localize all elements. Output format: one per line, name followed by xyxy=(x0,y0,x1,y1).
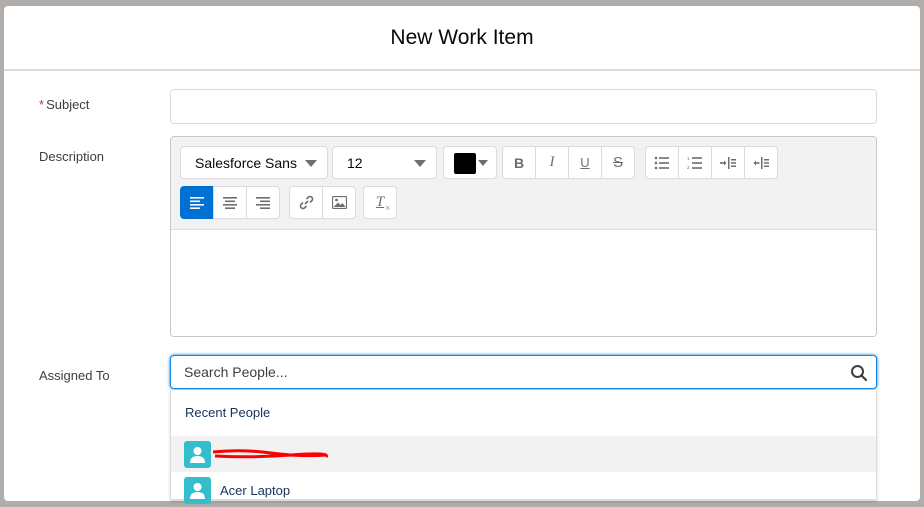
description-label: Description xyxy=(39,149,105,164)
indent-icon xyxy=(720,156,736,169)
avatar xyxy=(184,440,211,468)
people-search-placeholder: Search People... xyxy=(184,364,288,380)
subject-label: * Subject xyxy=(39,97,90,112)
assigned-to-label: Assigned To xyxy=(39,368,110,383)
numbered-list-icon: 1 2 xyxy=(687,156,702,170)
format-button-group: B I U S xyxy=(502,146,635,179)
chevron-down-icon xyxy=(414,160,426,167)
svg-text:1: 1 xyxy=(687,156,690,161)
strikethrough-icon: S xyxy=(612,154,623,171)
subject-input[interactable] xyxy=(170,89,877,124)
align-button-group xyxy=(180,186,280,219)
people-lookup-dropdown: Recent People Acer Laptop xyxy=(170,390,877,504)
recent-people-heading: Recent People xyxy=(185,405,271,420)
outdent-button[interactable] xyxy=(744,146,778,179)
chevron-down-icon xyxy=(478,160,488,166)
description-editor: Salesforce Sans 12 B I U S 1 2 T × xyxy=(170,136,877,337)
font-family-value: Salesforce Sans xyxy=(195,154,297,171)
lookup-option[interactable] xyxy=(171,436,876,472)
insert-image-button[interactable] xyxy=(322,186,356,219)
user-icon xyxy=(190,446,205,463)
font-size-select[interactable]: 12 xyxy=(332,146,437,179)
image-icon xyxy=(331,196,347,209)
bold-icon: B xyxy=(513,154,525,171)
color-swatch xyxy=(454,153,476,174)
link-icon xyxy=(299,195,313,210)
italic-button[interactable]: I xyxy=(535,146,569,179)
italic-icon: I xyxy=(549,154,555,170)
strikethrough-button[interactable]: S xyxy=(601,146,635,179)
required-mark: * xyxy=(39,97,45,112)
text-color-picker[interactable] xyxy=(443,146,497,179)
chevron-down-icon xyxy=(305,160,317,167)
lookup-option[interactable]: Acer Laptop xyxy=(171,472,876,507)
align-center-button[interactable] xyxy=(213,186,247,219)
people-search-input[interactable]: Search People... xyxy=(170,355,877,389)
align-left-button[interactable] xyxy=(180,186,214,219)
list-button-group: 1 2 xyxy=(645,146,778,179)
redaction-mark xyxy=(212,449,329,459)
align-right-icon xyxy=(256,196,270,209)
editor-toolbar: Salesforce Sans 12 B I U S 1 2 T × xyxy=(171,137,876,230)
align-right-button[interactable] xyxy=(246,186,280,219)
align-center-icon xyxy=(223,196,237,209)
clear-formatting-icon: T × xyxy=(375,194,391,213)
modal-header: New Work Item xyxy=(4,6,920,71)
insert-button-group xyxy=(289,186,356,219)
bulleted-list-button[interactable] xyxy=(645,146,679,179)
font-family-select[interactable]: Salesforce Sans xyxy=(180,146,328,179)
outdent-icon xyxy=(753,156,769,169)
avatar xyxy=(184,476,211,504)
modal-title: New Work Item xyxy=(390,25,534,49)
clear-button-group: T × xyxy=(363,186,397,219)
font-size-value: 12 xyxy=(347,154,363,171)
underline-icon: U xyxy=(580,155,590,170)
bulleted-list-icon xyxy=(654,156,669,169)
align-left-icon xyxy=(190,196,204,209)
description-textarea[interactable] xyxy=(171,230,876,336)
lookup-option-name: Acer Laptop xyxy=(220,482,291,498)
numbered-list-button[interactable]: 1 2 xyxy=(678,146,712,179)
underline-button[interactable]: U xyxy=(568,146,602,179)
user-icon xyxy=(190,482,205,499)
svg-text:2: 2 xyxy=(687,165,690,170)
search-icon xyxy=(851,365,868,382)
insert-link-button[interactable] xyxy=(289,186,323,219)
clear-formatting-button[interactable]: T × xyxy=(363,186,397,219)
bold-button[interactable]: B xyxy=(502,146,536,179)
indent-button[interactable] xyxy=(711,146,745,179)
